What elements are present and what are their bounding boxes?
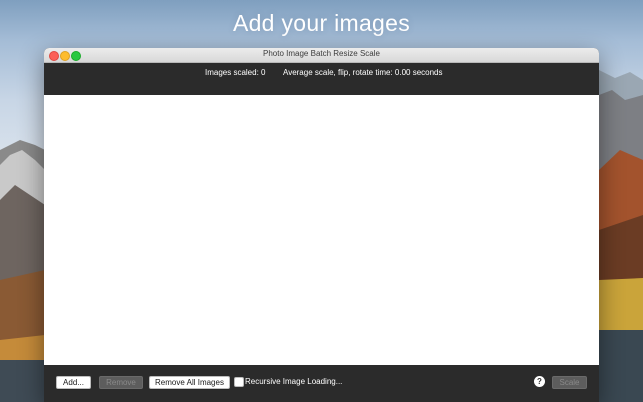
title-bar[interactable]: Photo Image Batch Resize Scale xyxy=(44,48,599,63)
recursive-loading-checkbox[interactable] xyxy=(234,377,244,387)
status-bar: Images scaled: 0 Average scale, flip, ro… xyxy=(44,63,599,95)
help-icon[interactable]: ? xyxy=(534,376,545,387)
window-title: Photo Image Batch Resize Scale xyxy=(263,49,380,58)
remove-all-images-button[interactable]: Remove All Images xyxy=(149,376,230,389)
add-button[interactable]: Add... xyxy=(56,376,91,389)
image-drop-area[interactable] xyxy=(44,95,599,365)
scale-button[interactable]: Scale xyxy=(552,376,587,389)
app-window: Photo Image Batch Resize Scale Images sc… xyxy=(44,48,599,402)
bottom-toolbar: Add... Remove Remove All Images Recursiv… xyxy=(44,365,599,402)
images-scaled-count: Images scaled: 0 xyxy=(205,68,266,77)
headline: Add your images xyxy=(232,10,411,36)
average-time-readout: Average scale, flip, rotate time: 0.00 s… xyxy=(283,68,443,77)
recursive-loading-label: Recursive Image Loading... xyxy=(245,377,343,386)
remove-button[interactable]: Remove xyxy=(99,376,143,389)
